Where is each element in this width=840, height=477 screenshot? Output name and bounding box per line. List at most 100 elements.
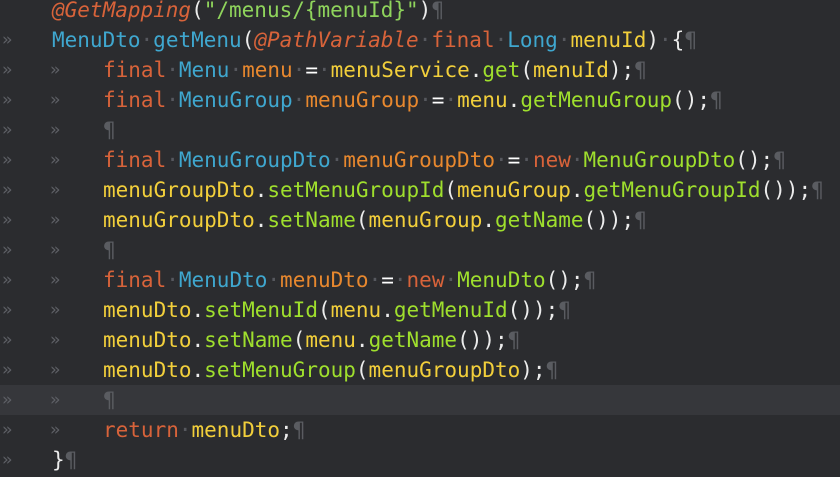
whitespace-dot: · <box>267 268 281 292</box>
code-line[interactable]: »» menuDto.setName(menu.getName());¶ <box>0 325 840 355</box>
code-token: ) <box>646 28 659 52</box>
whitespace-dot: · <box>166 268 179 292</box>
code-token: . <box>570 178 584 202</box>
code-token: ( <box>292 328 306 352</box>
indent-marker: » <box>50 420 61 440</box>
indent-marker: » <box>2 360 13 380</box>
indent-marker: » <box>50 270 61 290</box>
code-token: new <box>532 148 571 172</box>
code-line[interactable]: »» menuGroupDto.setName(menuGroup.getName… <box>0 205 840 235</box>
code-token: menuDto <box>191 418 281 442</box>
pilcrow-marker: ¶ <box>292 418 306 442</box>
indent-marker: » <box>2 330 13 350</box>
code-token: . <box>381 298 394 322</box>
indent-marker: » <box>2 210 13 230</box>
indent-marker: » <box>50 300 61 320</box>
code-text: ¶ <box>103 385 116 415</box>
whitespace-dot: · <box>444 268 458 292</box>
indent-marker: » <box>50 330 61 350</box>
pilcrow-marker: ¶ <box>558 298 571 322</box>
code-token: menuService <box>330 58 470 82</box>
code-text: menuDto.setName(menu.getName());¶ <box>103 325 520 355</box>
code-token: ) <box>418 0 432 22</box>
code-token: MenuGroup <box>178 88 293 112</box>
code-line[interactable]: »» final·MenuGroup·menuGroup·=·menu.getMe… <box>0 85 840 115</box>
code-token: . <box>469 58 483 82</box>
code-token: ( <box>444 178 458 202</box>
code-token: menu <box>457 88 508 112</box>
indent-marker: » <box>2 60 13 80</box>
indent-marker: » <box>2 420 13 440</box>
pilcrow-marker: ¶ <box>684 28 697 52</box>
code-line[interactable]: » » ¶ <box>0 235 840 265</box>
pilcrow-marker: ¶ <box>583 268 597 292</box>
indent-marker: » <box>2 180 13 200</box>
code-token: MenuGroupDto <box>178 148 331 172</box>
code-token: menuGroupDto <box>368 358 521 382</box>
code-token: getMenuId <box>393 298 508 322</box>
code-line[interactable]: »» final·MenuGroupDto·menuGroupDto·=·new·… <box>0 145 840 175</box>
whitespace-dot: · <box>659 28 672 52</box>
indent-marker: » <box>2 120 13 140</box>
whitespace-dot: · <box>178 418 192 442</box>
indent-marker: » <box>50 120 61 140</box>
indent-marker: » <box>2 300 13 320</box>
whitespace-dot: · <box>318 58 331 82</box>
code-text: menuGroupDto.setMenuGroupId(menuGroup.ge… <box>103 175 824 205</box>
indent-marker: » <box>2 240 13 260</box>
code-token: (); <box>672 88 710 112</box>
code-token: menuDto <box>103 328 192 352</box>
code-token: (); <box>545 268 584 292</box>
whitespace-dot: · <box>292 88 306 112</box>
pilcrow-marker: ¶ <box>103 118 116 142</box>
code-token: setMenuGroupId <box>267 178 445 202</box>
pilcrow-marker: ¶ <box>634 208 647 232</box>
pilcrow-marker: ¶ <box>811 178 824 202</box>
code-token: getName <box>495 208 584 232</box>
pilcrow-marker: ¶ <box>103 388 116 412</box>
code-token: menu <box>305 328 356 352</box>
code-token: getMenu <box>153 28 242 52</box>
code-token: = <box>507 148 521 172</box>
whitespace-dot: · <box>166 88 179 112</box>
code-line[interactable]: » » ¶ <box>0 115 840 145</box>
code-token: new <box>406 268 445 292</box>
code-token: setName <box>204 328 293 352</box>
code-text: final·MenuGroup·menuGroup·=·menu.getMenu… <box>103 85 723 115</box>
code-editor[interactable]: @GetMapping("/menus/{menuId}")¶» MenuDto·… <box>0 0 840 477</box>
code-line[interactable]: »» final·Menu·menu·=·menuService.get(menu… <box>0 55 840 85</box>
code-line[interactable]: » » menuDto.setMenuGroup(menuGroupDto);¶ <box>0 355 840 385</box>
whitespace-dot: · <box>330 148 344 172</box>
code-token: menuId <box>570 28 647 52</box>
code-token: . <box>355 328 369 352</box>
code-token: setMenuId <box>204 298 318 322</box>
whitespace-dot: · <box>557 28 571 52</box>
code-line[interactable]: »» final·MenuDto·menuDto·=·new·MenuDto();… <box>0 265 840 295</box>
pilcrow-marker: ¶ <box>431 0 444 22</box>
whitespace-dot: · <box>229 58 243 82</box>
code-text: menuGroupDto.setName(menuGroup.getName()… <box>103 205 647 235</box>
code-line[interactable]: » MenuDto·getMenu(@PathVariable·final·Lon… <box>0 25 840 55</box>
code-token: menuGroupDto <box>343 148 495 172</box>
code-line[interactable]: @GetMapping("/menus/{menuId}")¶ <box>0 0 840 25</box>
code-line[interactable]: » » ¶ <box>0 385 840 415</box>
code-token: MenuDto <box>178 268 268 292</box>
code-token: menuGroup <box>368 208 483 232</box>
code-line[interactable]: »» menuDto.setMenuId(menu.getMenuId());¶ <box>0 295 840 325</box>
whitespace-dot: · <box>418 28 432 52</box>
code-token: ); <box>520 358 546 382</box>
code-token: Long <box>507 28 558 52</box>
code-text: final·Menu·menu·=·menuService.get(menuId… <box>103 55 647 85</box>
code-token: final <box>431 28 495 52</box>
code-line[interactable]: » » return·menuDto;¶ <box>0 415 840 445</box>
code-line[interactable]: »» menuGroupDto.setMenuGroupId(menuGroup.… <box>0 175 840 205</box>
code-token: setMenuGroup <box>204 358 356 382</box>
code-token: final <box>103 148 167 172</box>
code-token: final <box>103 268 167 292</box>
code-text: MenuDto·getMenu(@PathVariable·final·Long… <box>52 25 697 55</box>
code-token: Menu <box>178 58 230 82</box>
code-token: . <box>507 88 521 112</box>
code-line[interactable]: »}¶ <box>0 445 840 475</box>
indent-marker: » <box>2 30 13 50</box>
code-token: ( <box>241 28 255 52</box>
